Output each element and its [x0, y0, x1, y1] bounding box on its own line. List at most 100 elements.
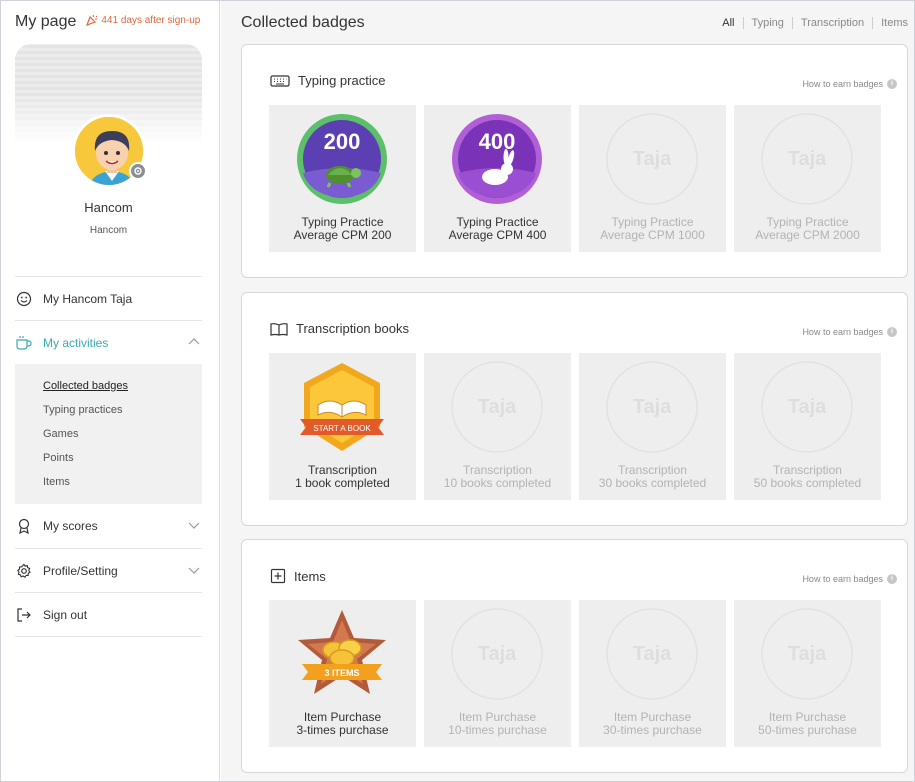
badge-label: Typing Practice Average CPM 400 [424, 216, 571, 242]
plus-box-icon [270, 568, 286, 584]
section-typing-practice: Typing practice How to earn badges i 200 … [241, 44, 908, 278]
section-items: Items How to earn badges i 3 ITEMS Item P… [241, 539, 908, 773]
party-icon [86, 14, 98, 26]
badge-card-locked[interactable]: Taja Typing Practice Average CPM 2000 [734, 105, 881, 252]
badge-label: Typing Practice Average CPM 2000 [734, 216, 881, 242]
nav-label: My Hancom Taja [43, 291, 133, 306]
gear-icon [15, 562, 33, 580]
nav-label: My scores [43, 519, 98, 533]
badge-label: Item Purchase 10-times purchase [424, 711, 571, 737]
badge-list: START A BOOK Transcription 1 book comple… [269, 353, 881, 500]
badge-card[interactable]: 3 ITEMS Item Purchase 3-times purchase [269, 600, 416, 747]
badge-label: Item Purchase 3-times purchase [269, 711, 416, 737]
badge-card-locked[interactable]: Taja Typing Practice Average CPM 1000 [579, 105, 726, 252]
section-title: Items [294, 568, 326, 584]
badge-label-line2: 30 books completed [598, 476, 707, 490]
badge-card-locked[interactable]: Taja Item Purchase 10-times purchase [424, 600, 571, 747]
taja-logo: Taja [788, 396, 827, 418]
rabbit-badge-icon: 400 [452, 114, 542, 204]
locked-badge-icon: Taja [761, 113, 853, 205]
section-title: Transcription books [296, 321, 409, 336]
filter-transcription[interactable]: Transcription [791, 17, 872, 29]
nav-divider [15, 636, 202, 637]
nav-item-my-hancom-taja[interactable]: My Hancom Taja [15, 276, 202, 320]
how-to-earn-link[interactable]: How to earn badges i [802, 79, 897, 89]
subnav-items[interactable]: Items [43, 470, 202, 494]
badge-label: Transcription 1 book completed [269, 464, 416, 490]
turtle-badge-icon: 200 [297, 114, 387, 204]
filter-items[interactable]: Items [872, 17, 908, 29]
nav-label: Sign out [43, 607, 88, 622]
page-title: My page [15, 13, 77, 30]
badge-ribbon-text: 3 ITEMS [324, 668, 359, 678]
taja-logo: Taja [633, 643, 672, 665]
smile-icon [15, 290, 33, 308]
section-transcription-books: Transcription books How to earn badges i … [241, 292, 908, 526]
locked-badge-icon: Taja [606, 608, 698, 700]
signup-days-text: 441 days after sign-up [101, 14, 201, 26]
subnav-typing-practices[interactable]: Typing practices [43, 398, 202, 422]
taja-logo: Taja [788, 643, 827, 665]
badge-label-line2: 10 books completed [443, 476, 552, 490]
badge-card[interactable]: START A BOOK Transcription 1 book comple… [269, 353, 416, 500]
signup-days: 441 days after sign-up [86, 14, 200, 26]
nav-item-sign-out[interactable]: Sign out [15, 592, 202, 636]
nav-item-profile-setting[interactable]: Profile/Setting [15, 548, 202, 592]
badge-card-locked[interactable]: Taja Transcription 10 books completed [424, 353, 571, 500]
how-to-earn-label: How to earn badges [802, 574, 883, 584]
section-header: Typing practice [270, 73, 385, 88]
cup-icon [15, 334, 33, 352]
subnav-games[interactable]: Games [43, 422, 202, 446]
taja-logo: Taja [633, 148, 672, 170]
filter-typing[interactable]: Typing [742, 17, 792, 29]
book-icon [270, 322, 288, 336]
badge-list: 3 ITEMS Item Purchase 3-times purchase T… [269, 600, 881, 747]
locked-badge-icon: Taja [606, 361, 698, 453]
subnav-points[interactable]: Points [43, 446, 202, 470]
locked-badge-icon: Taja [761, 361, 853, 453]
nav-item-my-activities[interactable]: My activities [15, 320, 202, 364]
badge-card-locked[interactable]: Taja Transcription 50 books completed [734, 353, 881, 500]
how-to-earn-link[interactable]: How to earn badges i [802, 327, 897, 337]
badge-label-line2: 1 book completed [295, 476, 390, 490]
chevron-down-icon[interactable] [188, 519, 200, 531]
signout-icon [15, 606, 33, 624]
filter-all[interactable]: All [714, 17, 742, 29]
badge-label-line2: 50-times purchase [758, 723, 857, 737]
profile-id: Hancom [89, 225, 128, 236]
subnav-collected-badges[interactable]: Collected badges [43, 374, 202, 398]
nav-label: Profile/Setting [43, 563, 118, 578]
badge-label: Typing Practice Average CPM 1000 [579, 216, 726, 242]
badge-card-locked[interactable]: Taja Item Purchase 50-times purchase [734, 600, 881, 747]
badge-label: Transcription 10 books completed [424, 464, 571, 490]
how-to-earn-link[interactable]: How to earn badges i [802, 574, 897, 584]
badge-card[interactable]: 400 Typing Practice Average CPM 400 [424, 105, 571, 252]
nav-label: My activities [43, 335, 109, 350]
how-to-earn-label: How to earn badges [802, 327, 883, 337]
badge-label-line2: 3-times purchase [296, 723, 389, 737]
badge-ribbon-text: START A BOOK [313, 424, 371, 433]
badge-number: 200 [324, 129, 361, 154]
section-header: Transcription books [270, 321, 409, 336]
chevron-up-icon[interactable] [188, 336, 200, 348]
avatar-settings-icon[interactable] [129, 162, 147, 180]
badge-card[interactable]: 200 Typing Practice Average CPM 200 [269, 105, 416, 252]
taja-logo: Taja [478, 396, 517, 418]
section-title: Typing practice [298, 73, 386, 88]
badge-card-locked[interactable]: Taja Transcription 30 books completed [579, 353, 726, 500]
nav-item-my-scores[interactable]: My scores [15, 504, 202, 548]
locked-badge-icon: Taja [451, 608, 543, 700]
badge-card-locked[interactable]: Taja Item Purchase 30-times purchase [579, 600, 726, 747]
badge-label-line2: Average CPM 1000 [600, 228, 705, 242]
chevron-down-icon[interactable] [188, 564, 200, 576]
badge-filter: All Typing Transcription Items [714, 17, 908, 29]
badge-label-line2: Average CPM 400 [448, 228, 547, 242]
sidebar-nav: My Hancom Taja My activities Collected b… [15, 276, 202, 637]
badge-label: Transcription 50 books completed [734, 464, 881, 490]
badge-label: Item Purchase 30-times purchase [579, 711, 726, 737]
badge-label-line2: Average CPM 2000 [755, 228, 860, 242]
badge-label: Transcription 30 books completed [579, 464, 726, 490]
badge-label: Item Purchase 50-times purchase [734, 711, 881, 737]
badge-label: Typing Practice Average CPM 200 [269, 216, 416, 242]
profile-name: Hancom [84, 200, 133, 215]
